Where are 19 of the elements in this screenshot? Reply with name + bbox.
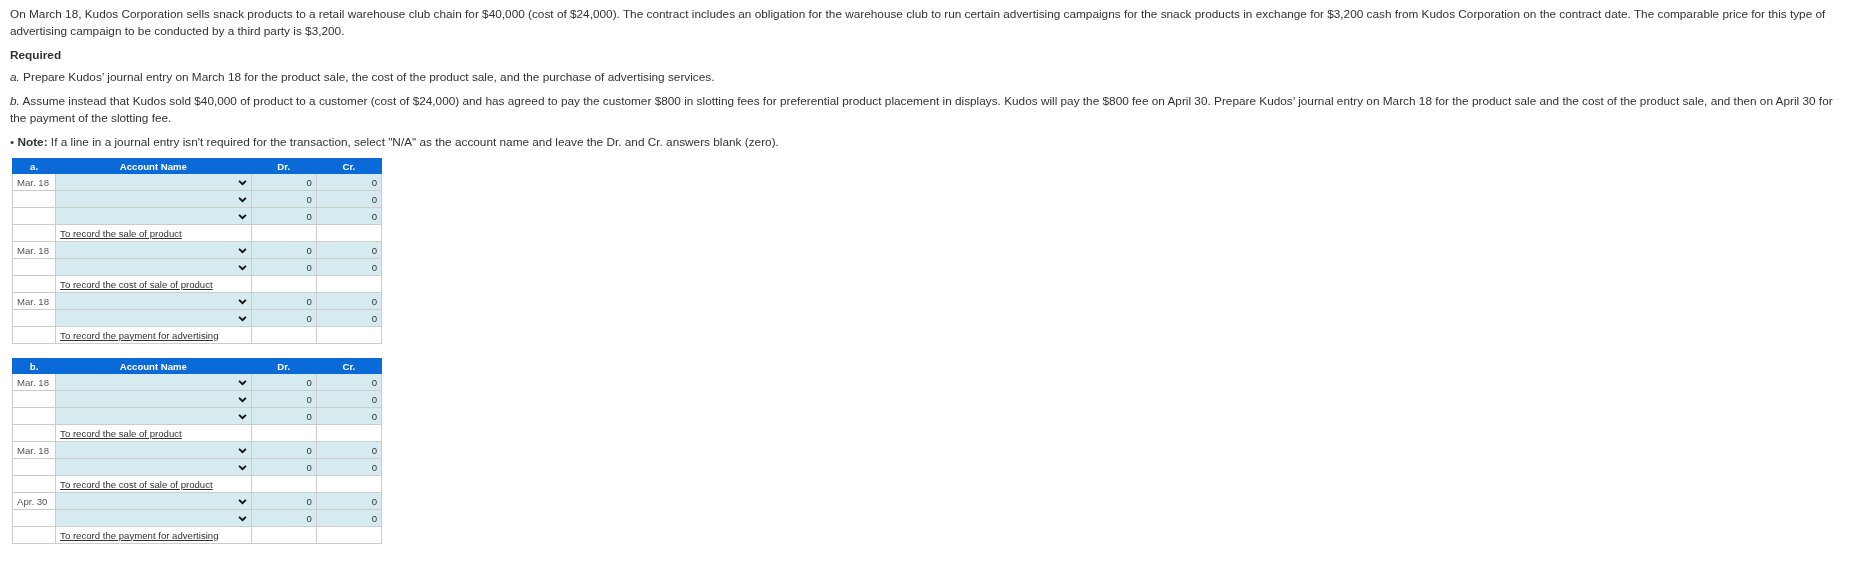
problem-text: On March 18, Kudos Corporation sells snack products to a retail warehouse club chain for $40,000 (cost of $24,000). The contract includes an obligation for the warehouse club to run certain advertising campaigns for the snack products in exchange for $3,200 cash from Kudos Corporation on the contract date. The comparable price for this type of advertising campaign to be conducted by a third party is $3,200. bbox=[10, 6, 1827, 40]
column-header: Dr. bbox=[251, 158, 317, 174]
date-cell: Mar. 18 bbox=[12, 441, 56, 459]
required-heading: Required bbox=[10, 47, 63, 64]
table-header: b. bbox=[12, 358, 56, 374]
column-header: Account Name bbox=[55, 158, 252, 174]
date-cell: Mar. 18 bbox=[12, 292, 56, 310]
column-header: Dr. bbox=[251, 358, 317, 374]
column-header: Account Name bbox=[55, 358, 252, 374]
table-header: a. bbox=[12, 158, 56, 174]
column-header: Cr. bbox=[316, 358, 382, 374]
date-cell: Mar. 18 bbox=[12, 373, 56, 391]
note-text: • Note: If a line in a journal entry isn't required for the transaction, select "N/A" as the account name and leave the Dr. and Cr. answers blank (zero). bbox=[10, 134, 780, 151]
date-cell: Mar. 18 bbox=[12, 173, 56, 191]
column-header: Cr. bbox=[316, 158, 382, 174]
requirement-text: b. Assume instead that Kudos sold $40,000 of product to a customer (cost of $24,000) and has agreed to pay the customer $800 in slotting fees for preferential product placement in displays. Kudos will pay the $800 fee on April 30. Prepare Kudos’ journal entry on March 18 for the product sale and the cost of the product sale, and then on April 30 for the payment of the slotting fee. bbox=[10, 93, 1834, 127]
requirement-text: a. Prepare Kudos’ journal entry on March 18 for the product sale, the cost of the product sale, and the purchase of advertising services. bbox=[10, 69, 716, 86]
date-cell: Mar. 18 bbox=[12, 241, 56, 259]
date-cell: Apr. 30 bbox=[12, 492, 56, 510]
